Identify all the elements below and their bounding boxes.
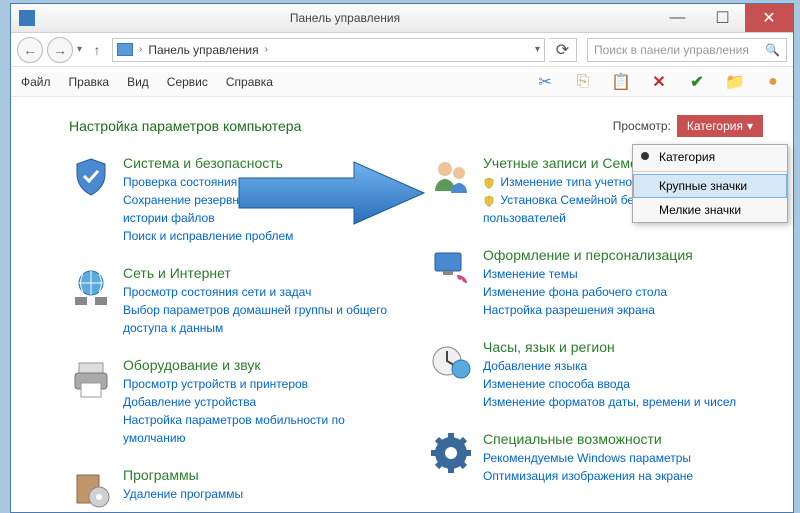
category-block: Оборудование и звук Просмотр устройств и … [69,357,403,447]
category-link[interactable]: Сохранение резервных копий файлов с помо… [123,191,403,227]
category-link[interactable]: Настройка параметров мобильности по умол… [123,411,403,447]
category-block: Сеть и Интернет Просмотр состояния сети и… [69,265,403,337]
close-button[interactable]: ✕ [745,4,793,32]
printer-icon [69,357,113,401]
category-link[interactable]: Выбор параметров домашней группы и общег… [123,301,403,337]
category-title[interactable]: Специальные возможности [483,431,693,447]
menu-edit[interactable]: Правка [69,75,110,89]
folder-icon[interactable]: 📁 [725,72,745,92]
chevron-right-icon: › [265,44,268,55]
paste-icon[interactable]: 📋 [611,72,631,92]
address-dropdown-icon[interactable]: ▾ [535,44,540,55]
view-option-small-icons[interactable]: Мелкие значки [633,198,787,222]
minimize-button[interactable]: — [655,4,700,32]
menu-view[interactable]: Вид [127,75,149,89]
maximize-button[interactable]: ☐ [700,4,745,32]
gear-ease-icon [429,431,473,475]
category-link[interactable]: Просмотр устройств и принтеров [123,375,403,393]
window-title: Панель управления [35,11,655,25]
category-link[interactable]: Оптимизация изображения на экране [483,467,693,485]
check-icon[interactable]: ✔ [687,72,707,92]
category-block: Оформление и персонализация Изменение тем… [429,247,763,319]
chevron-right-icon: › [139,44,142,55]
history-dropdown-icon[interactable]: ▾ [77,44,82,55]
view-option-large-icons[interactable]: Крупные значки [633,174,787,198]
category-link[interactable]: Добавление языка [483,357,736,375]
menu-separator [633,171,787,172]
category-block: Система и безопасность Проверка состояния… [69,155,403,245]
category-link[interactable]: Добавление устройства [123,393,403,411]
view-by-label: Просмотр: [613,119,671,133]
category-title[interactable]: Часы, язык и регион [483,339,736,355]
category-block: Часы, язык и регионДобавление языкаИзмен… [429,339,763,411]
copy-icon[interactable]: ⎘ [573,72,593,92]
category-title[interactable]: Оборудование и звук [123,357,403,373]
search-input[interactable]: Поиск в панели управления 🔍 [587,38,787,62]
refresh-button[interactable]: ⟳ [549,38,577,62]
user-family-icon [429,155,473,199]
category-title[interactable]: Система и безопасность [123,155,403,171]
shell-icon[interactable]: ● [763,72,783,92]
category-title[interactable]: Программы [123,467,243,483]
category-link[interactable]: Настройка разрешения экрана [483,301,693,319]
delete-icon[interactable]: ✕ [649,72,669,92]
category-title[interactable]: Сеть и Интернет [123,265,403,281]
menu-file[interactable]: Файл [21,75,51,89]
control-panel-icon [117,43,133,56]
chevron-down-icon: ▾ [747,119,753,133]
category-block: Программы Удаление программы [69,467,403,511]
category-link[interactable]: Изменение темы [483,265,693,283]
window-icon [19,10,35,26]
cut-icon[interactable]: ✂ [535,72,555,92]
radio-selected-icon [641,152,649,160]
breadcrumb[interactable]: Панель управления [148,43,258,57]
clock-globe-icon [429,339,473,383]
category-title[interactable]: Оформление и персонализация [483,247,693,263]
control-panel-window: Панель управления — ☐ ✕ ← → ▾ ↑ › Панель… [10,3,794,513]
page-title: Настройка параметров компьютера [69,118,301,134]
display-paint-icon [429,247,473,291]
globe-network-icon [69,265,113,309]
menu-service[interactable]: Сервис [167,75,208,89]
address-bar[interactable]: › Панель управления › ▾ [112,38,545,62]
category-link[interactable]: Изменение фона рабочего стола [483,283,693,301]
search-placeholder: Поиск в панели управления [594,43,749,57]
box-disc-icon [69,467,113,511]
category-link[interactable]: Рекомендуемые Windows параметры [483,449,693,467]
category-link[interactable]: Изменение форматов даты, времени и чисел [483,393,736,411]
category-link[interactable]: Проверка состояния компьютера [123,173,403,191]
menu-help[interactable]: Справка [226,75,273,89]
shield-check-icon [69,155,113,199]
back-button[interactable]: ← [17,37,43,63]
forward-button[interactable]: → [47,37,73,63]
navigation-bar: ← → ▾ ↑ › Панель управления › ▾ ⟳ Поиск … [11,33,793,67]
up-button[interactable]: ↑ [86,42,108,58]
search-icon: 🔍 [765,43,780,57]
category-block: Специальные возможности Рекомендуемые Win… [429,431,763,485]
view-mode-menu: Категория Крупные значки Мелкие значки [632,144,788,223]
category-link[interactable]: Поиск и исправление проблем [123,227,403,245]
menu-bar: Файл Правка Вид Сервис Справка ✂ ⎘ 📋 ✕ ✔… [11,67,793,97]
category-link[interactable]: Изменение способа ввода [483,375,736,393]
category-link[interactable]: Удаление программы [123,485,243,503]
view-option-category[interactable]: Категория [633,145,787,169]
view-mode-dropdown[interactable]: Категория ▾ [677,115,763,137]
titlebar: Панель управления — ☐ ✕ [11,4,793,33]
category-link[interactable]: Просмотр состояния сети и задач [123,283,403,301]
